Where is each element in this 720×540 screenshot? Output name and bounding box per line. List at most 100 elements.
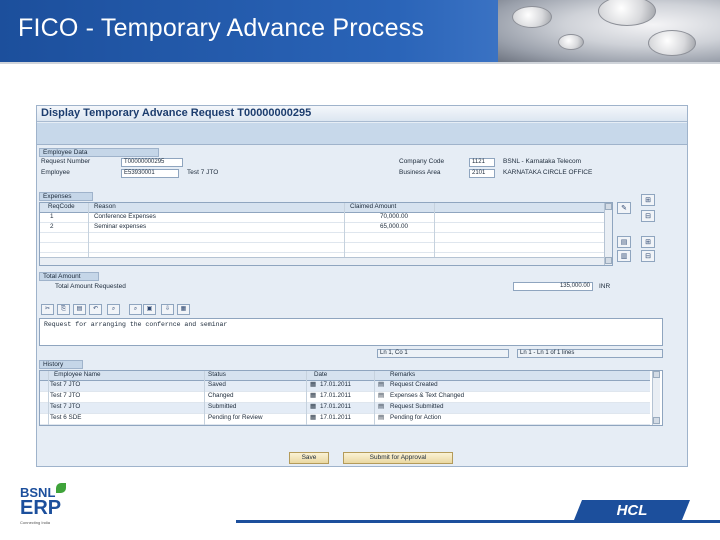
company-code-label: Company Code xyxy=(399,158,445,165)
slide-title: FICO - Temporary Advance Process xyxy=(18,14,425,42)
search-icon[interactable]: ⌕ xyxy=(107,304,120,315)
select-all-icon[interactable]: ⊞ xyxy=(641,236,655,248)
claimed-amount: 70,000.00 xyxy=(380,213,409,220)
copy-row-icon[interactable]: ▤ xyxy=(617,236,631,248)
expenses-label: Expenses xyxy=(43,193,72,200)
employee-id-value: E53930001 xyxy=(124,170,155,176)
remarks-icon: ▤ xyxy=(378,381,384,388)
save-text-icon[interactable]: ▦ xyxy=(177,304,190,315)
scroll-down-button[interactable] xyxy=(605,257,612,264)
line-count-field: Ln 1 - Ln 1 of 1 lines xyxy=(517,349,663,358)
status-cell: Submitted xyxy=(208,403,237,410)
history-label: History xyxy=(43,361,64,368)
column-divider xyxy=(204,371,205,425)
remarks-icon: ▤ xyxy=(378,414,384,421)
date-cell: 17.01.2011 xyxy=(320,403,352,410)
table-row[interactable]: Test 6 SDE Pending for Review ▦ 17.01.20… xyxy=(40,414,650,425)
table-row[interactable] xyxy=(40,233,604,243)
paste-icon[interactable]: ▤ xyxy=(73,304,86,315)
scroll-up-button[interactable] xyxy=(653,371,660,378)
column-header[interactable]: Date xyxy=(314,371,327,378)
history-table: Employee Name Status Date Remarks Test 7… xyxy=(39,370,663,426)
employee-name: Test 7 JTO xyxy=(187,169,219,176)
table-row[interactable]: Test 7 JTO Submitted ▦ 17.01.2011 ▤ Requ… xyxy=(40,403,650,414)
total-amount-header: Total Amount xyxy=(39,272,99,281)
paste-row-icon[interactable]: ▥ xyxy=(617,250,631,262)
expenses-table-header: ReqCode Reason Claimed Amount xyxy=(40,203,604,213)
req-code: 2 xyxy=(50,223,54,230)
request-number-field[interactable]: T00000000295 xyxy=(121,158,183,167)
employee-name-cell: Test 7 JTO xyxy=(50,392,81,399)
business-area-value: 2101 xyxy=(472,170,486,176)
slide-header: FICO - Temporary Advance Process xyxy=(0,0,720,62)
business-area-label: Business Area xyxy=(399,169,441,176)
remarks-cell: Request Created xyxy=(390,381,438,388)
total-currency: INR xyxy=(599,283,611,290)
business-area-field[interactable]: 2101 xyxy=(469,169,495,178)
table-row[interactable]: Test 7 JTO Changed ▦ 17.01.2011 ▤ Expens… xyxy=(40,392,650,403)
reason: Seminar expenses xyxy=(94,223,147,230)
history-header: History xyxy=(39,360,83,369)
save-button[interactable]: Save xyxy=(289,452,329,464)
download-icon[interactable]: ⇩ xyxy=(161,304,174,315)
company-code-value: 1121 xyxy=(472,159,485,165)
total-amount-value: 135,000.00 xyxy=(559,283,590,289)
import-icon[interactable]: ▣ xyxy=(143,304,156,315)
sap-toolbar xyxy=(37,123,687,145)
history-table-header: Employee Name Status Date Remarks xyxy=(40,371,650,381)
business-area-text: KARNATAKA CIRCLE OFFICE xyxy=(503,169,593,176)
dish-icon xyxy=(648,30,696,56)
submit-for-approval-button[interactable]: Submit for Approval xyxy=(343,452,453,464)
column-header[interactable]: Remarks xyxy=(390,371,415,378)
scroll-down-button[interactable] xyxy=(653,417,660,424)
employee-id-field[interactable]: E53930001 xyxy=(121,169,179,178)
calendar-icon: ▦ xyxy=(310,381,316,388)
insert-row-icon[interactable]: ⊞ xyxy=(641,194,655,206)
delete-row-icon[interactable]: ⊟ xyxy=(641,210,655,222)
table-row[interactable]: 2 Seminar expenses 65,000.00 xyxy=(40,223,604,233)
column-header[interactable]: Employee Name xyxy=(54,371,101,378)
scroll-up-button[interactable] xyxy=(605,203,612,210)
date-cell: 17.01.2011 xyxy=(320,381,352,388)
cut-icon[interactable]: ✂ xyxy=(41,304,54,315)
table-row[interactable]: Test 7 JTO Saved ▦ 17.01.2011 ▤ Request … xyxy=(40,381,650,392)
edit-row-icon[interactable]: ✎ xyxy=(617,202,631,214)
status-cell: Saved xyxy=(208,381,226,388)
cursor-position: Ln 1, Co 1 xyxy=(380,350,408,356)
expenses-hscrollbar[interactable] xyxy=(40,257,604,265)
copy-icon[interactable]: ⎘ xyxy=(57,304,70,315)
column-header[interactable]: Claimed Amount xyxy=(350,203,396,210)
employee-label: Employee xyxy=(41,169,70,176)
claimed-amount: 65,000.00 xyxy=(380,223,409,230)
erp-brand: ERP xyxy=(20,497,62,519)
calendar-icon: ▦ xyxy=(310,414,316,421)
expenses-scrollbar[interactable] xyxy=(604,203,612,265)
date-cell: 17.01.2011 xyxy=(320,392,352,399)
column-header[interactable]: Reason xyxy=(94,203,116,210)
undo-icon[interactable]: ↶ xyxy=(89,304,102,315)
request-text: Request for arranging the confernce and … xyxy=(44,321,228,328)
table-row[interactable]: 1 Conference Expenses 70,000.00 xyxy=(40,213,604,223)
column-header[interactable]: ReqCode xyxy=(48,203,75,210)
total-amount-label: Total Amount xyxy=(43,273,81,280)
history-scrollbar[interactable] xyxy=(652,371,660,425)
column-divider xyxy=(434,203,435,257)
total-requested-label: Total Amount Requested xyxy=(55,283,126,290)
deselect-all-icon[interactable]: ⊟ xyxy=(641,250,655,262)
company-code-field[interactable]: 1121 xyxy=(469,158,495,167)
table-row[interactable] xyxy=(40,243,604,253)
employee-name-cell: Test 6 SDE xyxy=(50,414,82,421)
expenses-table: ReqCode Reason Claimed Amount 1 Conferen… xyxy=(39,202,613,266)
column-header[interactable]: Status xyxy=(208,371,226,378)
remarks-icon: ▤ xyxy=(378,403,384,410)
total-amount-field[interactable]: 135,000.00 xyxy=(513,282,593,291)
hcl-logo-mark: HCL xyxy=(574,500,690,520)
remarks-cell: Request Submitted xyxy=(390,403,444,410)
sap-titlebar: Display Temporary Advance Request T00000… xyxy=(37,106,687,122)
column-divider xyxy=(88,203,89,257)
dish-icon xyxy=(512,6,552,28)
sap-window: Display Temporary Advance Request T00000… xyxy=(36,105,688,467)
dish-icon xyxy=(558,34,584,50)
find-next-icon[interactable]: ⌕ xyxy=(129,304,142,315)
request-text-area[interactable]: Request for arranging the confernce and … xyxy=(39,318,663,346)
